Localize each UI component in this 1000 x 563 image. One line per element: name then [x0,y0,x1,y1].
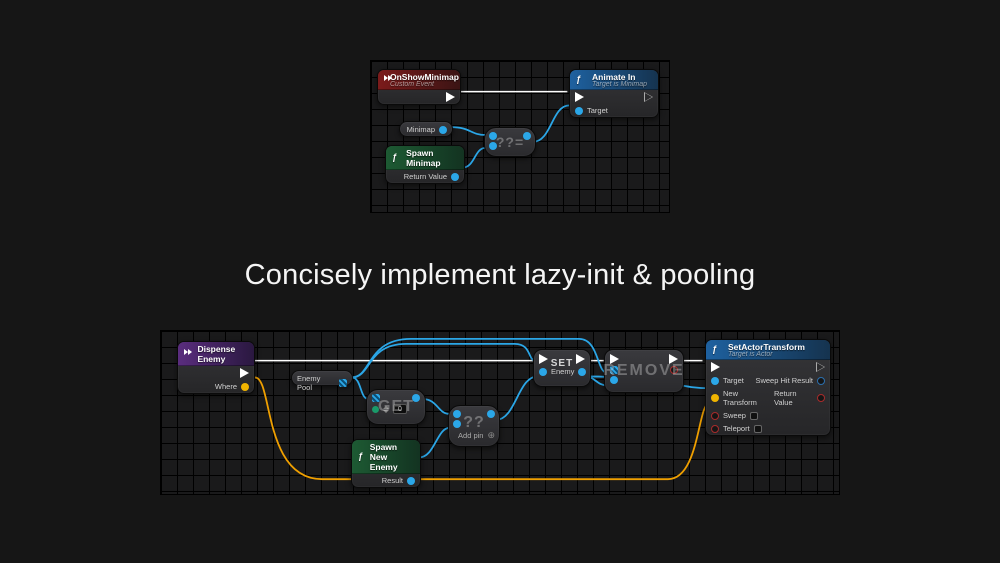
node-array-get[interactable]: GET 0 [366,389,426,425]
exec-out-pin[interactable] [816,362,825,372]
sweep-pin[interactable] [711,412,719,420]
node-onshowminimap[interactable]: OnShowMinimap Custom Event [377,69,461,105]
node-array-remove[interactable]: REMOVE [604,349,684,393]
target-pin[interactable] [575,107,583,115]
macro-icon [184,349,191,359]
data-out-pin[interactable] [451,173,459,181]
add-pin-icon[interactable]: ⊕ [487,430,495,441]
function-icon [576,75,586,85]
exec-out-pin[interactable] [446,92,455,102]
return-pin[interactable] [817,394,825,402]
exec-out-pin[interactable] [576,354,585,364]
node-dispense-enemy[interactable]: Dispense Enemy Where [177,341,255,394]
teleport-pin[interactable] [711,425,719,433]
data-in-pin-b[interactable] [489,142,497,150]
pin-label: Where [215,382,237,391]
data-in-pin-a[interactable] [489,132,497,140]
exec-out-pin[interactable] [669,354,678,364]
pin-label: New Transform [723,389,770,407]
array-in-pin[interactable] [610,366,618,374]
blueprint-graph-top[interactable]: OnShowMinimap Custom Event Minimap Spawn… [370,60,670,213]
node-header: Dispense Enemy [178,342,254,366]
pin-label: Teleport [723,424,750,433]
data-out-pin[interactable] [487,410,495,418]
add-pin-label[interactable]: Add pin [458,431,483,440]
pin-label: Sweep [723,411,746,420]
bool-out-pin[interactable] [670,366,678,374]
node-coalesce-assign[interactable]: ??= [484,127,536,157]
node-header: Spawn New Enemy [352,440,420,474]
function-icon [392,153,400,163]
array-in-pin[interactable] [372,394,380,402]
node-get-minimap[interactable]: Minimap [399,121,453,137]
data-out-pin[interactable] [578,368,586,376]
node-get-enemy-pool[interactable]: Enemy Pool [291,370,353,386]
node-subtitle: Custom Event [390,81,459,88]
data-out-pin[interactable] [407,477,415,485]
blueprint-graph-bottom[interactable]: Dispense Enemy Where Enemy Pool GET [160,330,840,495]
sweep-checkbox[interactable] [750,412,758,420]
var-name: Minimap [407,125,435,134]
exec-out-pin[interactable] [644,92,653,102]
var-name: Enemy Pool [297,374,335,392]
data-out-pin[interactable] [439,126,447,134]
function-icon [712,345,722,355]
node-title: Dispense Enemy [197,344,248,364]
node-title: Spawn New Enemy [370,442,414,472]
node-animate-in[interactable]: Animate In Target is Minimap Target [569,69,659,118]
node-header: OnShowMinimap Custom Event [378,70,460,90]
node-header: Animate In Target is Minimap [570,70,658,90]
array-out-pin[interactable] [339,379,347,387]
node-spawn-minimap[interactable]: Spawn Minimap Return Value [385,145,465,184]
index-pin[interactable] [372,406,379,413]
node-set-actor-transform[interactable]: SetActorTransform Target is Actor Target… [705,339,831,436]
node-header: SetActorTransform Target is Actor [706,340,830,360]
data-in-pin[interactable] [539,368,547,376]
exec-out-pin[interactable] [240,368,249,378]
pin-label: Result [382,476,403,485]
node-spawn-new-enemy[interactable]: Spawn New Enemy Result [351,439,421,488]
headline: Concisely implement lazy-init & pooling [0,259,1000,292]
teleport-checkbox[interactable] [754,425,762,433]
target-pin[interactable] [711,377,719,385]
node-set-enemy[interactable]: SET Enemy [533,349,591,387]
function-icon [358,452,364,462]
node-subtitle: Target is Actor [728,351,805,358]
data-in-pin-a[interactable] [453,410,461,418]
pin-label: Target [587,106,608,115]
elem-in-pin[interactable] [610,376,618,384]
exec-in-pin[interactable] [711,362,720,372]
pin-label: Return Value [774,389,813,407]
node-coalesce[interactable]: ?? Add pin ⊕ [448,405,500,447]
pin-label: Sweep Hit Result [755,376,813,385]
where-pin[interactable] [241,383,249,391]
index-value[interactable]: 0 [393,404,407,414]
node-subtitle: Target is Minimap [592,81,647,88]
data-out-pin[interactable] [523,132,531,140]
node-header: Spawn Minimap [386,146,464,170]
pin-label: Target [723,376,744,385]
exec-in-pin[interactable] [539,354,548,364]
var-name: Enemy [551,367,574,376]
node-title: Spawn Minimap [406,148,458,168]
data-out-pin[interactable] [412,394,420,402]
exec-in-pin[interactable] [610,354,619,364]
exec-in-pin[interactable] [575,92,584,102]
transform-pin[interactable] [711,394,719,402]
data-in-pin-b[interactable] [453,420,461,428]
slide-canvas: OnShowMinimap Custom Event Minimap Spawn… [0,0,1000,563]
pin-label: Return Value [404,172,447,181]
sweep-hit-pin[interactable] [817,377,825,385]
index-input[interactable]: 0 [383,404,407,414]
